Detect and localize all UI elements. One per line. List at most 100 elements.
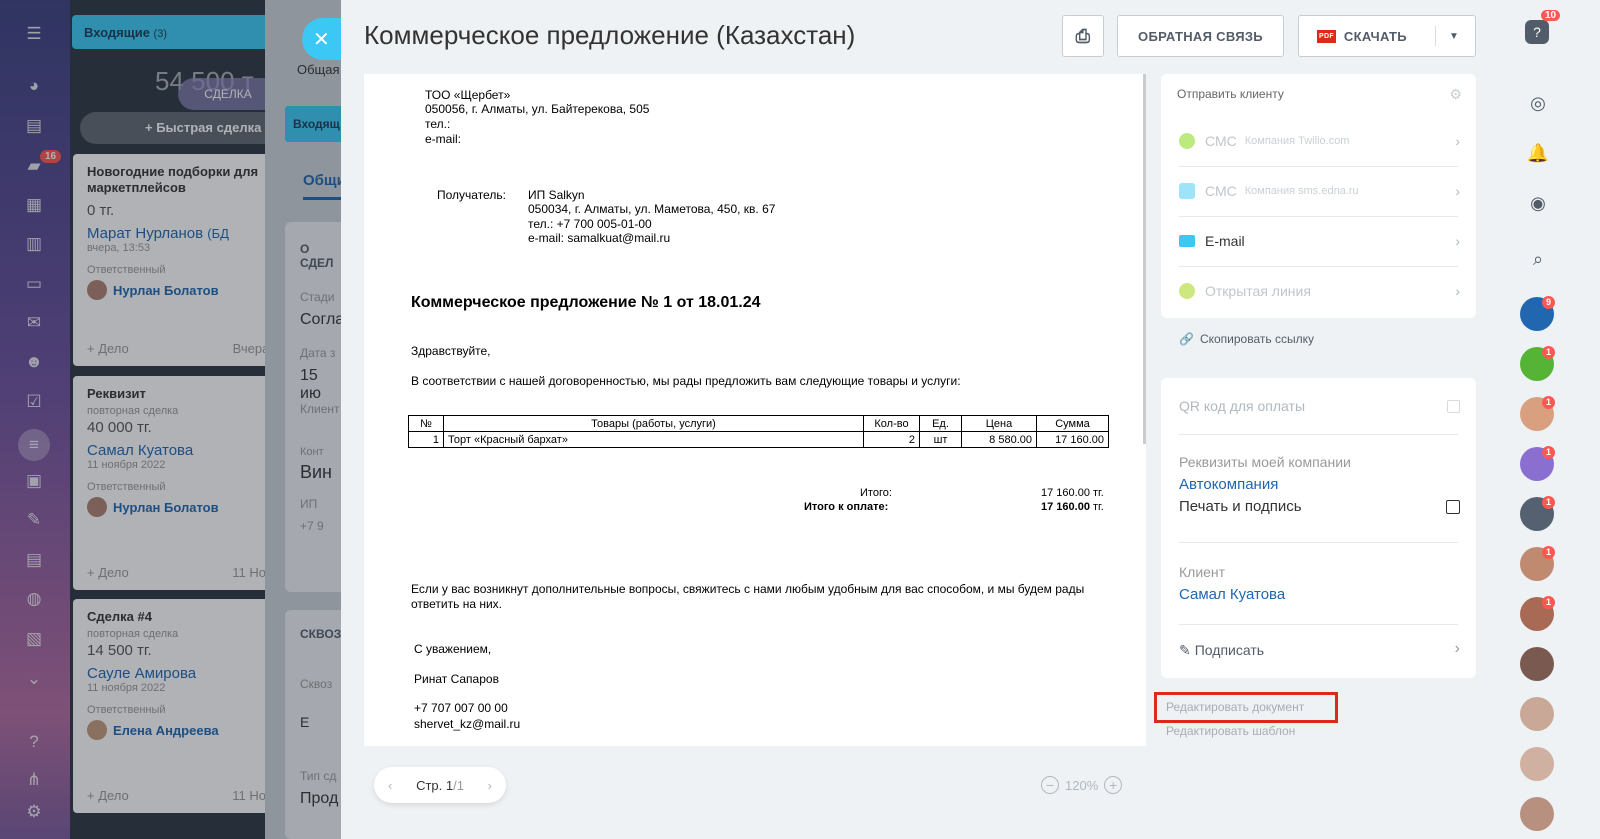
- signer-phone: +7 707 007 00 00: [414, 701, 508, 715]
- chevron-right-icon[interactable]: ›: [488, 778, 492, 793]
- table-cell: 17 160.00: [1036, 431, 1109, 448]
- refresh-icon[interactable]: ◎: [1525, 90, 1551, 116]
- divider: [1179, 624, 1458, 625]
- chevron-left-icon[interactable]: ‹: [388, 778, 392, 793]
- pdf-icon: PDF: [1317, 29, 1336, 43]
- download-label: СКАЧАТЬ: [1343, 28, 1407, 44]
- company-email: e-mail:: [425, 132, 462, 146]
- recipient-email: e-mail: samalkuat@mail.ru: [528, 231, 671, 245]
- page-indicator: Стр. 1/1: [416, 778, 464, 793]
- company-tel: тел.:: [425, 117, 451, 131]
- zoom-control: − 120% +: [1041, 776, 1123, 794]
- bell-icon[interactable]: 🔔: [1525, 140, 1551, 166]
- client-label: Клиент: [1179, 564, 1226, 580]
- avatar[interactable]: [1520, 697, 1554, 731]
- options-panel: QR код для оплаты Реквизиты моей компани…: [1161, 378, 1476, 678]
- send-sms-twilio[interactable]: СМС Компания Twilio.com ›: [1161, 116, 1476, 166]
- feedback-button[interactable]: ОБРАТНАЯ СВЯЗЬ: [1117, 15, 1284, 57]
- chevron-right-icon: ›: [1454, 640, 1460, 657]
- qr-checkbox[interactable]: [1447, 400, 1460, 413]
- qr-option[interactable]: QR код для оплаты: [1179, 398, 1305, 414]
- close-slider-button[interactable]: ✕: [302, 18, 344, 60]
- avatar-badge: 1: [1542, 346, 1556, 359]
- chevron-right-icon: ›: [1455, 183, 1460, 199]
- divider: [1179, 542, 1458, 543]
- regards: С уважением,: [414, 642, 492, 656]
- page-label: Стр. 1: [416, 777, 454, 793]
- stamp-checkbox[interactable]: [1446, 500, 1460, 514]
- send-header: Отправить клиенту: [1177, 87, 1284, 101]
- sign-label: Подписать: [1194, 642, 1265, 658]
- send-item-sub: Компания sms.edna.ru: [1244, 185, 1359, 197]
- recipient-name: ИП Salkyn: [528, 188, 585, 202]
- send-item-label: СМС: [1205, 183, 1237, 199]
- send-item-label: E-mail: [1205, 233, 1245, 249]
- zoom-out-icon[interactable]: −: [1041, 776, 1059, 794]
- chevron-right-icon: ›: [1455, 233, 1460, 249]
- send-email[interactable]: E-mail ›: [1161, 216, 1476, 266]
- download-dropdown-separator: [1435, 26, 1436, 46]
- edit-template-link[interactable]: Редактировать шаблон: [1166, 724, 1295, 738]
- signer-name: Ринат Сапаров: [414, 672, 499, 686]
- chevron-right-icon: ›: [1455, 283, 1460, 299]
- recipient-tel: тел.: +7 700 005-01-00: [528, 217, 652, 231]
- recipient-address: 050034, г. Алматы, ул. Маметова, 450, кв…: [528, 202, 776, 216]
- avatar-badge: 1: [1542, 596, 1556, 609]
- signer-email: shervet_kz@mail.ru: [414, 717, 521, 731]
- questions-text: Если у вас возникнут дополнительные вопр…: [411, 582, 1085, 611]
- send-open-line[interactable]: Открытая линия ›: [1161, 266, 1476, 316]
- search-icon[interactable]: ⌕: [1525, 246, 1551, 272]
- open-line-icon: [1179, 283, 1195, 299]
- stamp-label: Печать и подпись: [1179, 498, 1302, 515]
- mail-icon: [1179, 235, 1195, 247]
- send-sms-edna[interactable]: СМС Компания sms.edna.ru ›: [1161, 166, 1476, 216]
- company-name: ТОО «Щербет»: [425, 88, 511, 102]
- avatar-badge: 1: [1542, 446, 1556, 459]
- table-cell: 2: [863, 431, 920, 448]
- intro-text: В соответствии с нашей договоренностью, …: [411, 374, 961, 388]
- send-item-label: СМС: [1205, 133, 1237, 149]
- client-value[interactable]: Самал Куатова: [1179, 586, 1285, 603]
- avatar-badge: 1: [1542, 496, 1556, 509]
- requisites-value[interactable]: Автокомпания: [1179, 476, 1278, 493]
- topay-label: Итого к оплате:: [804, 501, 889, 513]
- download-button[interactable]: PDF СКАЧАТЬ ▼: [1298, 15, 1476, 57]
- help-badge: 10: [1541, 10, 1561, 21]
- zoom-in-icon[interactable]: +: [1104, 776, 1123, 794]
- send-panel: Отправить клиенту ⚙ СМС Компания Twilio.c…: [1161, 74, 1476, 318]
- gear-icon[interactable]: ⚙: [1449, 86, 1462, 103]
- table-cell: шт: [919, 431, 962, 448]
- topay-amount: 17 160.00: [1041, 501, 1090, 513]
- table-cell: Торт «Красный бархат»: [443, 431, 864, 448]
- avatar[interactable]: [1520, 747, 1554, 781]
- table-header: Сумма: [1036, 415, 1109, 432]
- link-icon: 🔗: [1179, 332, 1194, 346]
- avatar[interactable]: [1520, 647, 1554, 681]
- avatar[interactable]: [1520, 797, 1554, 831]
- sign-button[interactable]: ✎ Подписать: [1179, 642, 1264, 659]
- total-value: 17 160.00 тг.: [1041, 487, 1104, 499]
- overlay-dim: [0, 0, 341, 839]
- chevron-down-icon[interactable]: ▼: [1449, 31, 1459, 42]
- table-header-row: № Товары (работы, услуги) Кол-во Ед. Цен…: [408, 415, 1109, 432]
- highlight-box: [1154, 692, 1338, 723]
- copy-link-button[interactable]: 🔗 Скопировать ссылку: [1179, 332, 1314, 346]
- print-button[interactable]: ⎙: [1062, 15, 1104, 57]
- printer-icon: ⎙: [1075, 25, 1091, 46]
- page-title: Коммерческое предложение (Казахстан): [364, 20, 856, 50]
- sms-icon: [1179, 183, 1195, 199]
- requisites-label: Реквизиты моей компании: [1179, 454, 1351, 470]
- table-cell: 8 580.00: [961, 431, 1037, 448]
- page-total: /1: [453, 777, 464, 793]
- avatar-badge: 1: [1542, 546, 1556, 559]
- recipient-label: Получатель:: [437, 188, 506, 202]
- help-icon[interactable]: ?: [1525, 20, 1549, 44]
- company-address: 050056, г. Алматы, ул. Байтерекова, 505: [425, 102, 650, 116]
- table-header: Кол-во: [863, 415, 920, 432]
- divider: [1179, 434, 1458, 435]
- scrollbar[interactable]: [1143, 74, 1146, 444]
- avatar-badge: 9: [1542, 296, 1556, 309]
- table-header: Товары (работы, услуги): [443, 415, 864, 432]
- chevron-right-icon: ›: [1455, 133, 1460, 149]
- chat-list-icon[interactable]: ◉: [1525, 190, 1551, 216]
